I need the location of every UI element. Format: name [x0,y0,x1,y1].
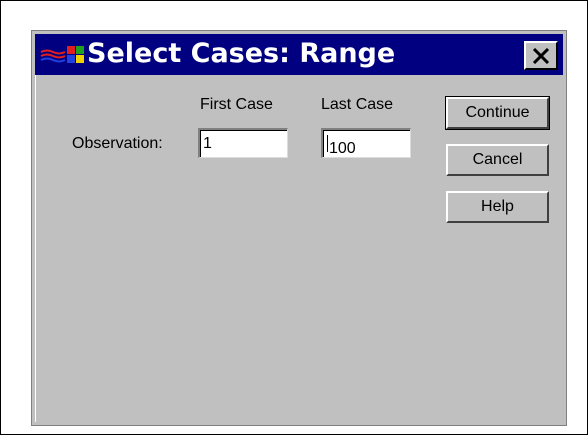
last-case-input[interactable]: 100 [321,128,411,158]
dialog-title: Select Cases: Range [87,38,396,69]
last-case-value: 100 [329,140,356,157]
close-icon [532,47,550,64]
help-button[interactable]: Help [446,191,549,223]
title-bar[interactable]: Select Cases: Range [35,34,563,75]
cancel-button[interactable]: Cancel [446,144,549,176]
last-case-header: Last Case [321,96,394,113]
screenshot-frame: Select Cases: Range First Case Last Case… [0,0,588,435]
windows-logo-icon [40,46,84,63]
first-case-input[interactable]: 1 [198,128,288,158]
select-cases-range-dialog: Select Cases: Range First Case Last Case… [31,30,567,426]
continue-button[interactable]: Continue [445,96,550,130]
observation-label: Observation: [72,135,163,152]
text-caret [327,135,328,152]
close-button[interactable] [524,41,558,70]
dialog-body [35,34,563,422]
first-case-header: First Case [200,96,273,113]
first-case-value: 1 [203,135,212,152]
